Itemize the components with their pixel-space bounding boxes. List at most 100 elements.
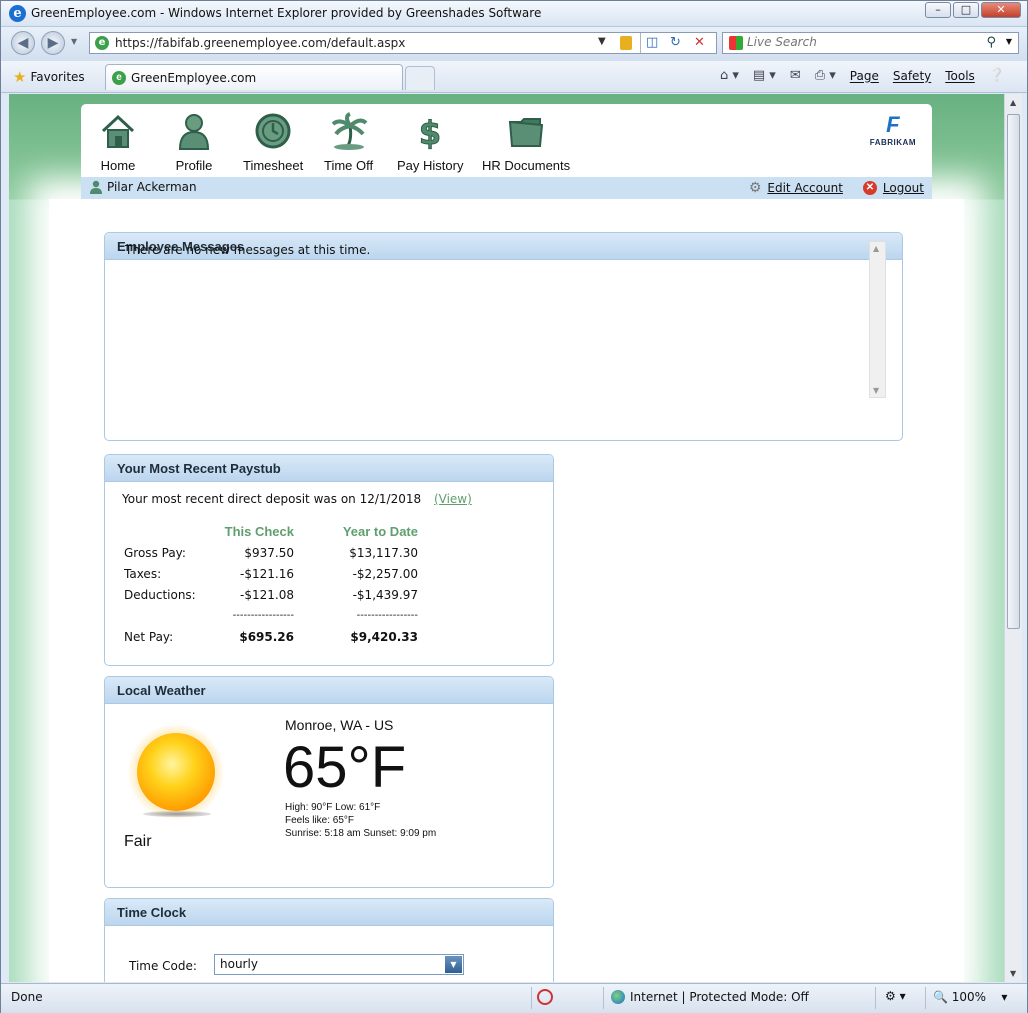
close-window-button[interactable]: ✕ [981, 2, 1021, 18]
history-dropdown-icon[interactable]: ▼ [71, 37, 77, 46]
dollar-icon: $ [411, 112, 449, 151]
search-icon[interactable]: ⚲ [986, 35, 996, 50]
nav-timesheet[interactable]: Timesheet [243, 112, 303, 173]
minimize-button[interactable]: – [925, 2, 951, 18]
employee-messages-panel: Employee Messages There are no new messa… [104, 232, 903, 441]
nav-home[interactable]: Home [99, 112, 137, 173]
stop-icon[interactable]: ✕ [694, 35, 705, 50]
zoom-level[interactable]: 🔍 100% ▾ [933, 990, 1007, 1004]
divider-row: ----------------- ----------------- [232, 610, 418, 621]
page-scrollbar[interactable]: ▲ ▼ [1004, 94, 1022, 982]
user-name: Pilar Ackerman [107, 180, 197, 194]
time-code-value: hourly [220, 957, 258, 971]
nav-hr-documents[interactable]: HR Documents [482, 112, 570, 173]
lock-icon[interactable] [620, 36, 632, 50]
messages-text: There are no new messages at this time. [125, 243, 371, 257]
security-zone[interactable]: Internet | Protected Mode: Off [630, 990, 809, 1004]
scroll-down-icon[interactable]: ▼ [873, 386, 879, 395]
refresh-icon[interactable]: ↻ [670, 35, 681, 50]
scroll-down-icon[interactable]: ▼ [1010, 969, 1016, 978]
scrollbar-thumb[interactable] [1007, 114, 1020, 629]
globe-icon [611, 990, 625, 1004]
view-paystub-link[interactable]: (View) [434, 492, 472, 506]
page-viewport: Home Profile Timesheet Time Off $ Pay Hi… [9, 94, 1004, 982]
browser-tab[interactable]: e GreenEmployee.com [105, 64, 403, 90]
status-bar: Done Internet | Protected Mode: Off ⚙ ▾ … [1, 983, 1027, 1013]
table-row: Deductions: -$121.08 -$1,439.97 [124, 587, 418, 602]
forward-button[interactable]: ▶ [41, 31, 65, 55]
rss-feed-icon[interactable]: ▤ ▾ [753, 68, 776, 83]
palm-tree-icon [330, 112, 368, 150]
time-code-select[interactable]: hourly ▼ [214, 954, 464, 975]
nav-label: HR Documents [482, 158, 571, 173]
time-clock-panel: Time Clock Time Code: hourly ▼ [104, 898, 554, 982]
mail-icon[interactable]: ✉ [790, 68, 801, 83]
tab-favicon: e [112, 71, 126, 85]
paystub-panel: Your Most Recent Paystub Your most recen… [104, 454, 554, 666]
weather-panel: Local Weather Monroe, WA - US 65°F High:… [104, 676, 554, 888]
scroll-up-icon[interactable]: ▲ [873, 244, 879, 253]
favorites-button[interactable]: ★ Favorites [13, 68, 85, 86]
svg-text:$: $ [419, 114, 441, 150]
search-input[interactable] [747, 35, 987, 49]
scroll-up-icon[interactable]: ▲ [1010, 98, 1016, 107]
gear-icon: ⚙ [748, 180, 762, 196]
protected-mode-icon[interactable]: ⚙ ▾ [885, 989, 906, 1003]
logout-icon: ✕ [862, 181, 877, 195]
tools-menu[interactable]: Tools [945, 69, 975, 83]
site-favicon: e [95, 36, 109, 50]
nav-label: Timesheet [243, 158, 304, 173]
weather-feels-like: Feels like: 65°F [285, 815, 355, 826]
navigation-bar: ◀ ▶ ▼ e https://fabifab.greenemployee.co… [1, 27, 1027, 61]
nav-profile[interactable]: Profile [175, 112, 213, 173]
clock-icon [254, 112, 292, 150]
time-code-label: Time Code: [129, 959, 197, 973]
address-dropdown-icon[interactable]: ▼ [598, 36, 606, 47]
folder-icon [507, 112, 545, 150]
star-icon: ★ [13, 68, 27, 86]
status-text: Done [11, 990, 43, 1004]
back-button[interactable]: ◀ [11, 31, 35, 55]
help-icon[interactable]: ❔ [989, 68, 1005, 83]
command-bar: ★ Favorites e GreenEmployee.com ⌂ ▾ ▤ ▾ … [1, 61, 1027, 93]
tab-title: GreenEmployee.com [131, 71, 257, 85]
messages-scrollbar[interactable]: ▲ ▼ [869, 241, 886, 398]
safety-menu[interactable]: Safety [893, 69, 931, 83]
table-row: Gross Pay: $937.50 $13,117.30 [124, 545, 418, 560]
ie-logo-icon: e [9, 5, 26, 22]
nav-label: Home [100, 158, 136, 173]
title-bar: e GreenEmployee.com - Windows Internet E… [1, 1, 1027, 27]
home-icon[interactable]: ⌂ ▾ [720, 68, 739, 83]
live-search-logo-icon [729, 36, 743, 50]
page-menu[interactable]: Page [850, 69, 879, 83]
user-icon [90, 180, 102, 194]
logout-link[interactable]: Logout [883, 181, 924, 195]
table-row: Taxes: -$121.16 -$2,257.00 [124, 566, 418, 581]
nav-time-off[interactable]: Time Off [324, 112, 373, 173]
address-bar[interactable]: e https://fabifab.greenemployee.com/defa… [89, 32, 717, 54]
compatibility-icon[interactable]: ◫ [646, 35, 658, 50]
address-url[interactable]: https://fabifab.greenemployee.com/defaul… [115, 36, 405, 50]
edit-account-link[interactable]: Edit Account [767, 181, 843, 195]
paystub-intro: Your most recent direct deposit was on 1… [122, 492, 422, 506]
print-icon[interactable]: ⎙ ▾ [815, 68, 836, 83]
weather-location: Monroe, WA - US [285, 717, 394, 733]
weather-condition: Fair [124, 833, 152, 850]
favorites-label: Favorites [30, 70, 85, 84]
panel-title: Time Clock [105, 899, 553, 926]
weather-hilo: High: 90°F Low: 61°F [285, 802, 381, 813]
search-box[interactable]: ⚲ ▼ [722, 32, 1019, 54]
user-bar: Pilar Ackerman ⚙ Edit Account ✕ Logout [81, 177, 932, 199]
search-options-icon[interactable]: ▼ [1006, 37, 1012, 46]
col-year-to-date: Year to Date [342, 524, 418, 539]
nav-pay-history[interactable]: $ Pay History [397, 112, 463, 174]
nav-label: Time Off [324, 158, 374, 173]
maximize-button[interactable]: □ [953, 2, 979, 18]
paystub-table: This Check Year to Date Gross Pay: $937.… [124, 521, 418, 647]
browser-window: e GreenEmployee.com - Windows Internet E… [0, 0, 1028, 1013]
window-title: GreenEmployee.com - Windows Internet Exp… [31, 6, 542, 20]
new-tab-button[interactable] [405, 66, 435, 90]
privacy-icon[interactable] [537, 989, 553, 1005]
chevron-down-icon[interactable]: ▼ [445, 956, 462, 973]
messages-box: There are no new messages at this time. [113, 241, 887, 401]
